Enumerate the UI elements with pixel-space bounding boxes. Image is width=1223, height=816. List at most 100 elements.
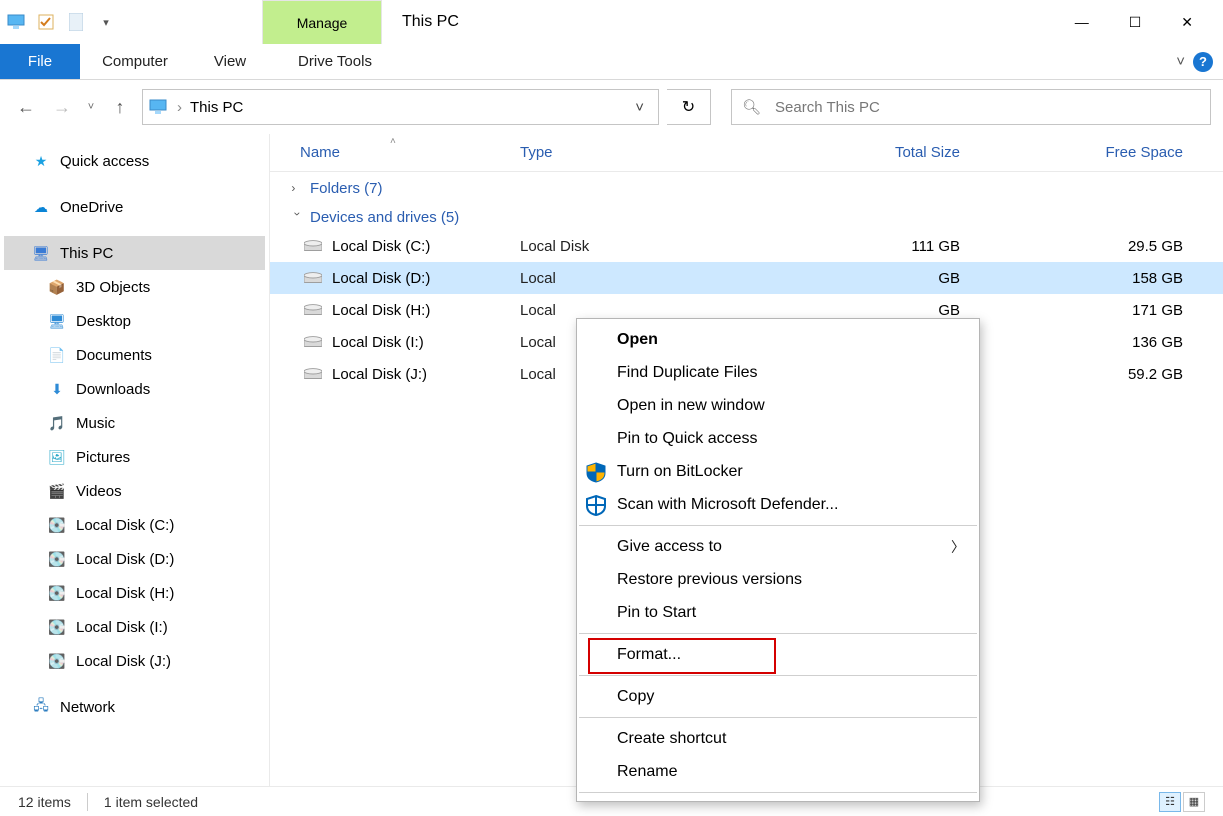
shield-blue-icon xyxy=(583,492,609,518)
tree-item-local-disk-c-[interactable]: 💽Local Disk (C:) xyxy=(4,508,265,542)
drive-icon xyxy=(304,335,322,349)
ctx-restore-previous[interactable]: Restore previous versions xyxy=(577,563,979,596)
drive-icon xyxy=(304,271,322,285)
computer-tab[interactable]: Computer xyxy=(80,44,190,79)
drive-icon xyxy=(304,303,322,317)
folder-icon: 🎬 xyxy=(48,482,66,500)
ctx-give-access[interactable]: Give access to〉 xyxy=(577,530,979,563)
ctx-pin-start[interactable]: Pin to Start xyxy=(577,596,979,629)
drive-tools-tab[interactable]: Drive Tools xyxy=(270,44,400,79)
window-controls: — ☐ ✕ xyxy=(1045,0,1223,44)
ctx-copy[interactable]: Copy xyxy=(577,680,979,713)
context-menu: Open Find Duplicate Files Open in new wi… xyxy=(576,318,980,802)
file-tab[interactable]: File xyxy=(0,44,80,79)
folder-icon: ⬇ xyxy=(48,380,66,398)
col-total[interactable]: Total Size xyxy=(810,144,1000,161)
tree-this-pc[interactable]: 🖥This PC xyxy=(4,236,265,270)
refresh-button[interactable]: ↻ xyxy=(667,89,711,125)
checkbox-icon[interactable] xyxy=(34,10,58,34)
address-dropdown[interactable]: ˅ xyxy=(627,99,652,116)
tree-item-local-disk-d-[interactable]: 💽Local Disk (D:) xyxy=(4,542,265,576)
ctx-find-duplicates[interactable]: Find Duplicate Files xyxy=(577,356,979,389)
forward-button[interactable]: → xyxy=(48,97,76,118)
details-view-button[interactable]: ☷ xyxy=(1159,792,1181,812)
manage-tab-label: Manage xyxy=(297,15,348,31)
folder-icon: 🖥 xyxy=(48,312,66,330)
search-box[interactable]: 🔍︎ Search This PC xyxy=(731,89,1211,125)
ctx-pin-quick-access[interactable]: Pin to Quick access xyxy=(577,422,979,455)
folder-icon: 💽 xyxy=(48,618,66,636)
tree-item-pictures[interactable]: 🖼Pictures xyxy=(4,440,265,474)
ctx-format[interactable]: Format... xyxy=(577,638,979,671)
up-button[interactable]: ↑ xyxy=(106,97,134,118)
monitor-icon: 🖥 xyxy=(32,244,50,262)
drive-row[interactable]: Local Disk (D:)LocalGB158 GB xyxy=(270,262,1223,294)
tree-item-local-disk-j-[interactable]: 💽Local Disk (J:) xyxy=(4,644,265,678)
search-placeholder: Search This PC xyxy=(775,99,880,116)
close-button[interactable]: ✕ xyxy=(1181,14,1193,31)
tree-item-downloads[interactable]: ⬇Downloads xyxy=(4,372,265,406)
manage-tab[interactable]: Manage xyxy=(262,0,382,44)
window-title: This PC xyxy=(382,0,1045,44)
chevron-right-icon: 〉 xyxy=(951,537,965,557)
icons-view-button[interactable]: ▦ xyxy=(1183,792,1205,812)
shield-yellow-icon xyxy=(583,459,609,485)
help-icon[interactable]: ? xyxy=(1193,52,1213,72)
tree-item-local-disk-h-[interactable]: 💽Local Disk (H:) xyxy=(4,576,265,610)
ctx-defender[interactable]: Scan with Microsoft Defender... xyxy=(577,488,979,521)
col-name[interactable]: ˄Name xyxy=(300,144,520,161)
ribbon-collapse-chevron[interactable]: ˅ xyxy=(1176,53,1185,70)
navigation-pane: ★Quick access ☁OneDrive 🖥This PC 📦3D Obj… xyxy=(0,134,270,786)
folder-icon: 🎵 xyxy=(48,414,66,432)
monitor-small-icon xyxy=(149,99,169,115)
drive-icon xyxy=(304,239,322,253)
ctx-bitlocker[interactable]: Turn on BitLocker xyxy=(577,455,979,488)
navigation-bar: ← → ˅ ↑ › This PC ˅ ↻ 🔍︎ Search This PC xyxy=(0,80,1223,134)
cloud-icon: ☁ xyxy=(32,198,50,216)
section-folders[interactable]: ›Folders (7) xyxy=(270,172,1223,201)
tree-quick-access[interactable]: ★Quick access xyxy=(4,144,265,178)
folder-icon: 💽 xyxy=(48,584,66,602)
history-dropdown[interactable]: ˅ xyxy=(84,101,98,113)
folder-icon: 🖼 xyxy=(48,448,66,466)
back-button[interactable]: ← xyxy=(12,97,40,118)
view-tab[interactable]: View xyxy=(190,44,270,79)
star-icon: ★ xyxy=(32,152,50,170)
col-free[interactable]: Free Space xyxy=(1000,144,1223,161)
folder-icon: 📦 xyxy=(48,278,66,296)
section-drives[interactable]: ›Devices and drives (5) xyxy=(270,201,1223,230)
tree-item-desktop[interactable]: 🖥Desktop xyxy=(4,304,265,338)
column-headers: ˄Name Type Total Size Free Space xyxy=(270,134,1223,172)
breadcrumb-root[interactable]: This PC xyxy=(190,99,243,116)
tree-item-documents[interactable]: 📄Documents xyxy=(4,338,265,372)
tree-item-local-disk-i-[interactable]: 💽Local Disk (I:) xyxy=(4,610,265,644)
tree-item-3d-objects[interactable]: 📦3D Objects xyxy=(4,270,265,304)
drive-row[interactable]: Local Disk (C:)Local Disk111 GB29.5 GB xyxy=(270,230,1223,262)
minimize-button[interactable]: — xyxy=(1075,14,1089,30)
chevron-down-icon: › xyxy=(290,212,304,223)
ribbon: File Computer View Drive Tools ˅ ? xyxy=(0,44,1223,80)
folder-icon: 💽 xyxy=(48,516,66,534)
monitor-icon[interactable] xyxy=(4,10,28,34)
globe-icon: 🖧 xyxy=(32,698,50,716)
folder-icon: 📄 xyxy=(48,346,66,364)
col-type[interactable]: Type xyxy=(520,144,810,161)
ctx-open[interactable]: Open xyxy=(577,323,979,356)
address-bar[interactable]: › This PC ˅ xyxy=(142,89,659,125)
qat-overflow[interactable]: ▾ xyxy=(94,10,118,34)
tree-item-music[interactable]: 🎵Music xyxy=(4,406,265,440)
status-items: 12 items xyxy=(18,794,71,810)
status-selected: 1 item selected xyxy=(104,794,198,810)
tree-onedrive[interactable]: ☁OneDrive xyxy=(4,190,265,224)
folder-icon: 💽 xyxy=(48,652,66,670)
maximize-button[interactable]: ☐ xyxy=(1129,14,1142,31)
tree-item-videos[interactable]: 🎬Videos xyxy=(4,474,265,508)
ctx-open-new-window[interactable]: Open in new window xyxy=(577,389,979,422)
ctx-create-shortcut[interactable]: Create shortcut xyxy=(577,722,979,755)
ctx-rename[interactable]: Rename xyxy=(577,755,979,788)
title-bar: ▾ Manage This PC — ☐ ✕ xyxy=(0,0,1223,44)
tree-network[interactable]: 🖧Network xyxy=(4,690,265,724)
drive-icon xyxy=(304,367,322,381)
contextual-tab-strip: Manage xyxy=(262,0,382,44)
doc-icon[interactable] xyxy=(64,10,88,34)
